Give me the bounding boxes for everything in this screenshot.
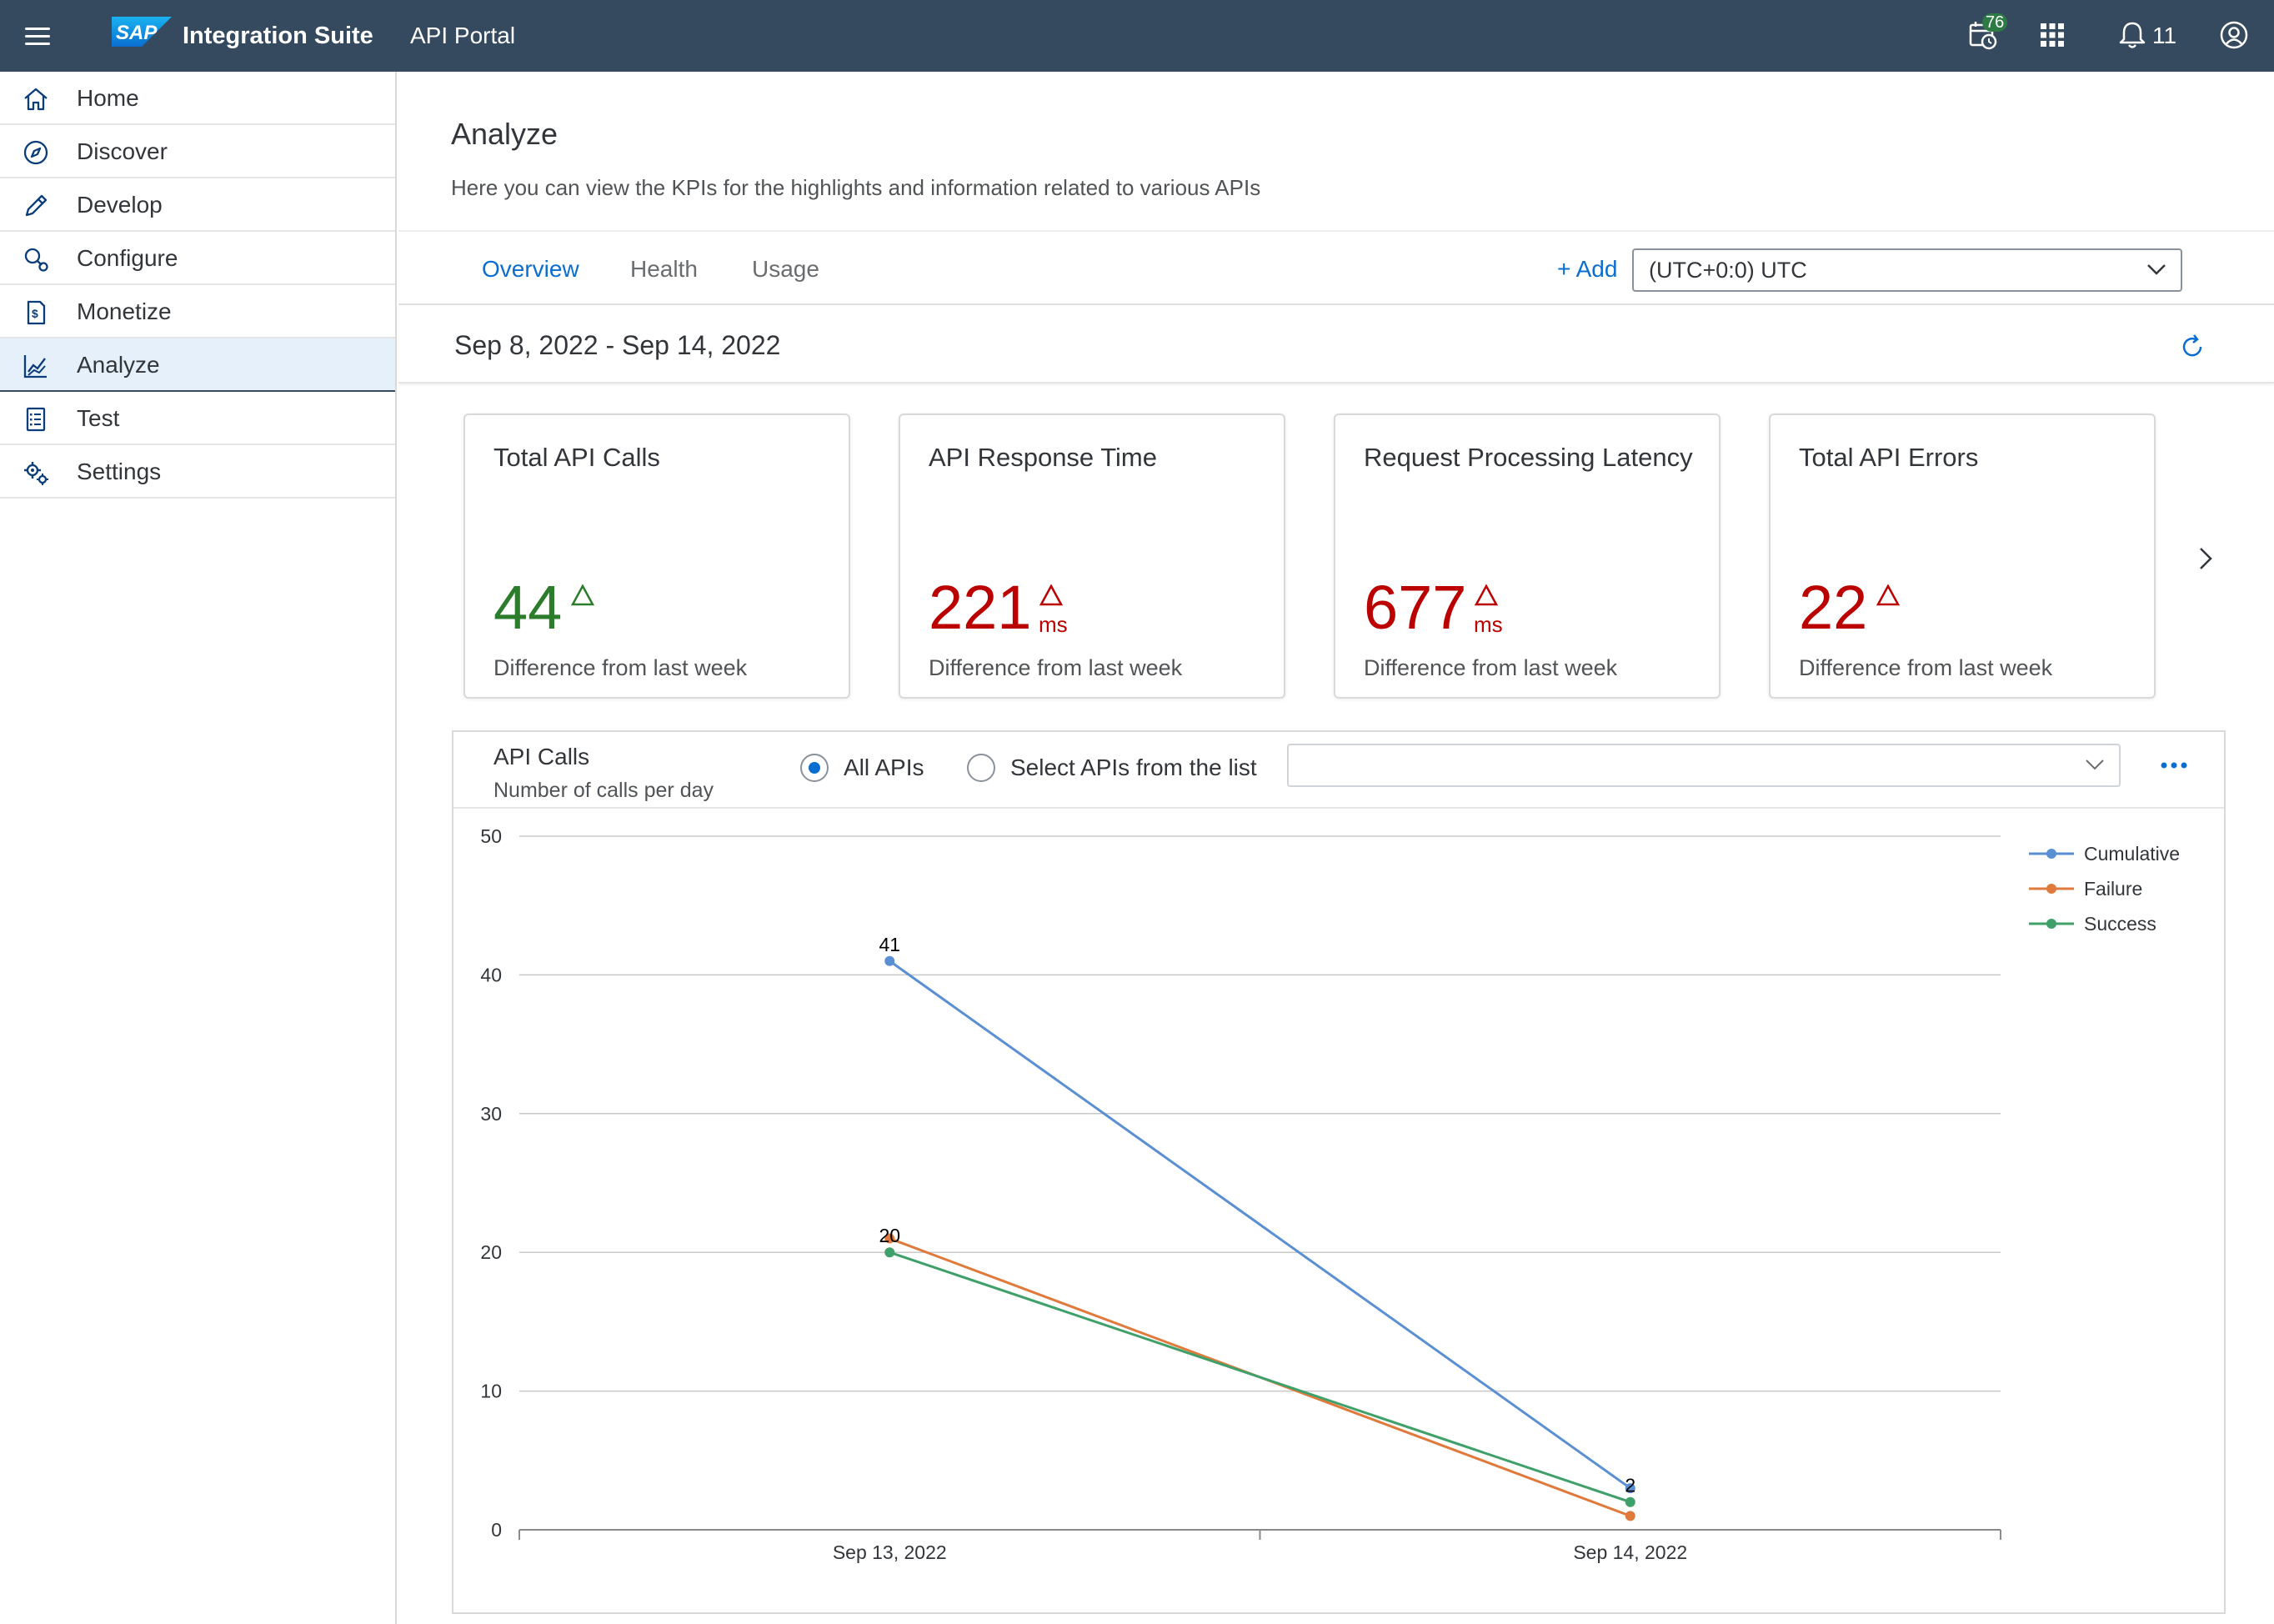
sidebar-item-label: Analyze <box>77 352 160 378</box>
sidebar-item-label: Discover <box>77 138 168 164</box>
kpi-card-total-api-errors[interactable]: Total API Errors 22 Difference from last… <box>1769 414 2156 699</box>
pencil-icon <box>25 194 48 217</box>
search-gear-icon <box>24 248 48 272</box>
line-chart-icon <box>23 355 47 378</box>
kpi-card-total-api-calls[interactable]: Total API Calls 44 Difference from last … <box>463 414 850 699</box>
all-apis-radio[interactable] <box>800 754 829 782</box>
chevron-down-icon <box>2147 264 2166 275</box>
kpi-title: Request Processing Latency <box>1364 443 1693 472</box>
sap-logo[interactable]: SAP <box>112 17 172 47</box>
date-range-bar: Sep 8, 2022 - Sep 14, 2022 <box>398 307 2274 383</box>
tab-bar: Overview Health Usage + Add (UTC+0:0) UT… <box>398 230 2274 305</box>
page-title: Analyze <box>451 117 558 151</box>
calendar-badge: 76 <box>1982 13 2008 32</box>
kpi-subtitle: Difference from last week <box>493 655 748 680</box>
sidebar-item-monetize[interactable]: $ Monetize <box>0 285 395 338</box>
add-button[interactable]: + Add <box>1557 232 1617 307</box>
sidebar-item-develop[interactable]: Develop <box>0 178 395 232</box>
compass-icon <box>23 140 48 165</box>
shell-bar: SAP Integration Suite API Portal 76 11 <box>0 0 2274 72</box>
kpi-value: 221 <box>929 573 1032 642</box>
sidebar-item-label: Settings <box>77 459 162 484</box>
kpi-card-request-processing-latency[interactable]: Request Processing Latency 677 ms Differ… <box>1334 414 1721 699</box>
kpi-value: 22 <box>1799 573 1868 642</box>
api-calls-panel: API Calls Number of calls per day All AP… <box>452 730 2226 1614</box>
svg-text:SAP: SAP <box>116 22 158 44</box>
chevron-right-icon[interactable] <box>2192 542 2219 575</box>
app-name: API Portal <box>410 23 516 48</box>
kpi-unit: ms <box>1039 612 1068 637</box>
sidebar-item-label: Develop <box>77 192 163 218</box>
kpi-title: API Response Time <box>929 443 1157 472</box>
tab-overview[interactable]: Overview <box>482 232 579 307</box>
sidebar-item-discover[interactable]: Discover <box>0 125 395 178</box>
refresh-icon[interactable] <box>2177 332 2207 362</box>
sidebar-item-label: Home <box>77 85 139 111</box>
kpi-card-api-response-time[interactable]: API Response Time 221 ms Difference from… <box>899 414 1285 699</box>
api-calls-header: API Calls Number of calls per day All AP… <box>453 732 2224 809</box>
chevron-down-icon <box>2086 759 2104 770</box>
trend-up-icon <box>1474 584 1499 606</box>
timezone-select[interactable]: (UTC+0:0) UTC <box>1632 248 2182 292</box>
money-document-icon: $ <box>27 300 46 325</box>
sidebar-item-label: Configure <box>77 245 178 271</box>
kpi-subtitle: Difference from last week <box>929 655 1183 680</box>
page-description: Here you can view the KPIs for the highl… <box>451 175 1261 200</box>
sidebar-item-label: Monetize <box>77 298 172 324</box>
notification-count: 11 <box>2152 23 2177 48</box>
sidebar-item-label: Test <box>77 405 120 431</box>
more-options-icon[interactable] <box>2157 757 2191 774</box>
app-grid-icon[interactable] <box>2034 17 2071 53</box>
menu-icon[interactable] <box>18 18 55 55</box>
timezone-value: (UTC+0:0) UTC <box>1649 258 1807 283</box>
bell-icon[interactable] <box>2114 17 2151 53</box>
checklist-icon <box>26 407 46 432</box>
sidebar-item-configure[interactable]: Configure <box>0 232 395 285</box>
chart-subtitle: Number of calls per day <box>493 779 714 802</box>
all-apis-label[interactable]: All APIs <box>844 752 924 784</box>
kpi-subtitle: Difference from last week <box>1364 655 1618 680</box>
kpi-value: 44 <box>493 573 563 642</box>
product-name: Integration Suite <box>183 23 373 49</box>
home-icon <box>24 88 48 111</box>
sidebar-item-test[interactable]: Test <box>0 392 395 445</box>
kpi-unit: ms <box>1474 612 1503 637</box>
sidebar-item-analyze[interactable]: Analyze <box>0 338 395 392</box>
kpi-title: Total API Calls <box>493 443 660 472</box>
kpi-subtitle: Difference from last week <box>1799 655 2053 680</box>
sidebar-item-settings[interactable]: Settings <box>0 445 395 499</box>
trend-up-icon <box>570 584 595 606</box>
date-range: Sep 8, 2022 - Sep 14, 2022 <box>454 330 781 360</box>
trend-up-icon <box>1876 584 1901 606</box>
api-select-dropdown[interactable] <box>1287 744 2121 787</box>
user-account-icon[interactable] <box>2216 17 2252 53</box>
side-navigation: Home Discover Develop Configure $ Moneti… <box>0 72 397 1624</box>
sidebar-item-home[interactable]: Home <box>0 72 395 125</box>
tab-health[interactable]: Health <box>630 232 698 307</box>
trend-up-icon <box>1039 584 1064 606</box>
svg-text:$: $ <box>32 307 38 320</box>
kpi-value: 677 <box>1364 573 1467 642</box>
kpi-title: Total API Errors <box>1799 443 1979 472</box>
tab-usage[interactable]: Usage <box>752 232 819 307</box>
select-apis-label[interactable]: Select APIs from the list <box>1010 752 1257 784</box>
gears-icon <box>24 462 48 485</box>
chart-title: API Calls <box>493 744 590 769</box>
main-content: Analyze Here you can view the KPIs for t… <box>398 72 2274 1624</box>
select-apis-radio[interactable] <box>967 754 995 782</box>
